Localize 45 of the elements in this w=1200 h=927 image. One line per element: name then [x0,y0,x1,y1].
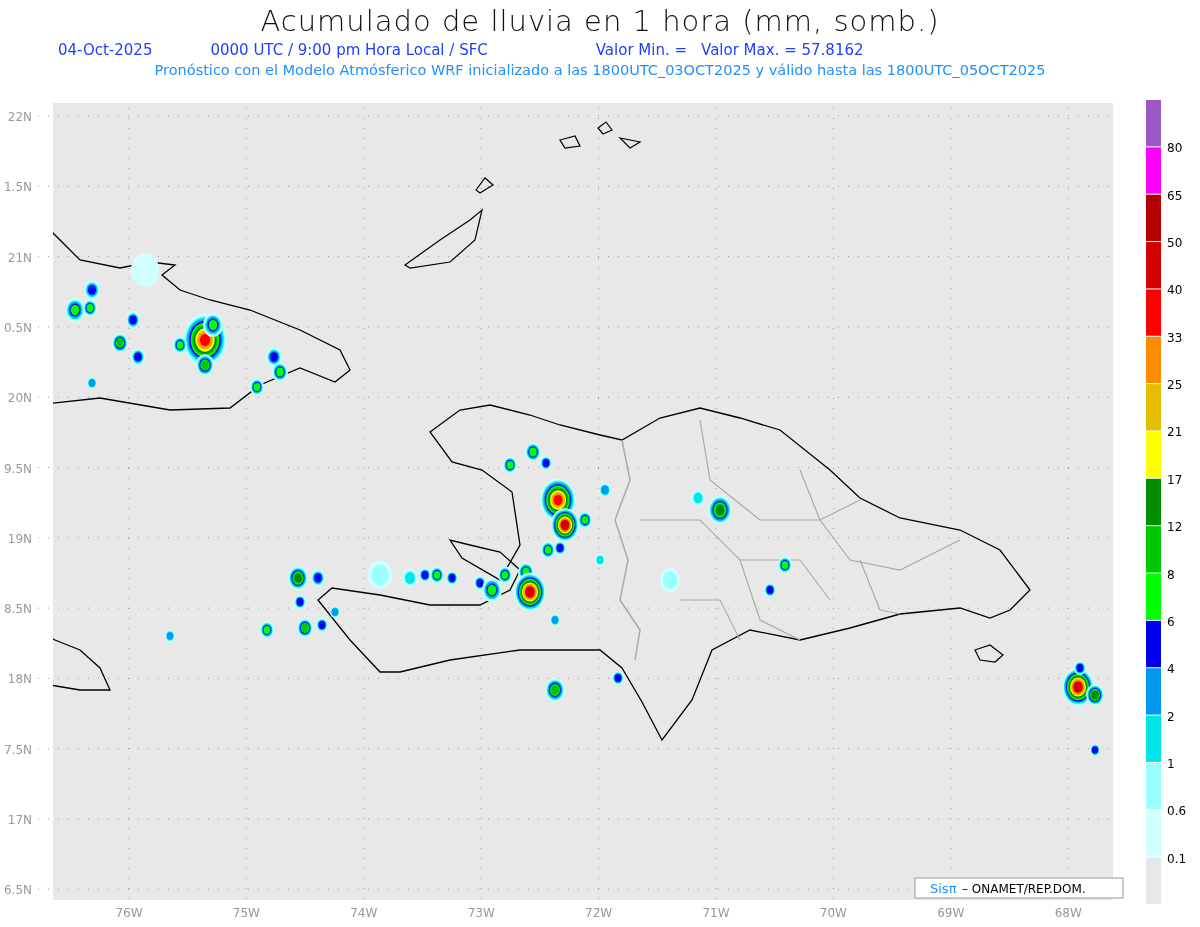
min-value-text: Valor Min. = [595,41,688,59]
latitude-label: 21N [7,250,32,265]
colorbar-label: 6 [1167,614,1175,629]
colorbar-label: 1 [1167,756,1175,771]
colorbar-label: 33 [1167,330,1183,345]
colorbar-label: 17 [1167,472,1183,487]
longitude-label: 75W [232,906,260,920]
longitude-label: 73W [467,906,495,920]
latitude-label: 18N [7,672,32,687]
colorbar-label: 21 [1167,425,1183,440]
time-text: 0000 UTC / 9:00 pm Hora Local / SFC [210,41,488,59]
credit-text: – ONAMET/REP.DOM. [962,882,1086,896]
latitude-label: 17N [7,813,32,827]
colorbar-label: 80 [1167,141,1183,156]
longitude-label: 70W [819,906,847,920]
max-value-text: Valor Max. = 57.8162 [701,41,864,59]
longitude-label: 72W [585,906,613,920]
colorbar-label: 50 [1167,236,1183,251]
colorbar-label: 12 [1167,520,1183,535]
colorbar-label: 65 [1167,188,1183,203]
latitude-label: 6.5N [3,883,32,898]
latitude-label: 0.5N [3,320,32,335]
chart-title: Acumulado de lluvia en 1 hora (mm, somb.) [260,4,940,38]
date-text: 04-Oct-2025 [58,41,153,59]
latitude-label: 20N [7,391,32,406]
longitude-label: 69W [937,906,965,920]
latitude-label: 19N [7,531,32,546]
colorbar-label: 0.6 [1167,804,1187,819]
longitude-label: 68W [1054,906,1082,920]
colorbar-label: 2 [1167,709,1175,724]
forecast-subtitle: Pronóstico con el Modelo Atmósferico WRF inicializado a las 1800UTC_03OCT2025 y válido hasta las 1800UTC_05OCT2025 [154,62,1046,78]
colorbar-label: 25 [1167,378,1183,393]
colorbar-label: 4 [1167,662,1175,677]
logo-text: Sisπ [930,881,957,896]
longitude-label: 71W [702,906,730,920]
longitude-label: 76W [115,906,143,920]
latitude-label: 8.5N [3,602,32,617]
latitude-label: 7.5N [3,742,32,757]
latitude-label: 1.5N [3,180,32,195]
colorbar-label: 0.1 [1167,851,1187,866]
colorbar-label: 8 [1167,567,1175,582]
latitude-label: 9.5N [3,461,32,476]
colorbar-label: 40 [1167,283,1183,298]
longitude-label: 74W [350,906,378,920]
latitude-label: 22N [7,110,32,124]
